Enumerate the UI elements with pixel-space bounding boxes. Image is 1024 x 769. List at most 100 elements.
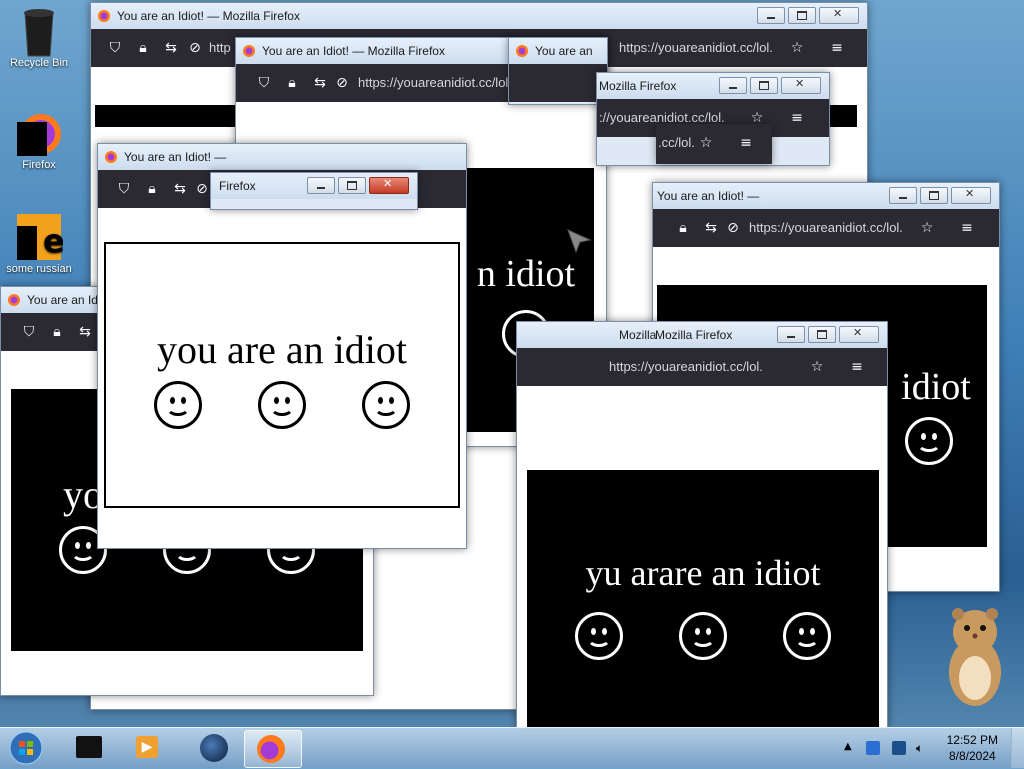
taskbar-app-globe[interactable] — [186, 730, 242, 766]
title-bar[interactable]: You are an Idiot! — Mozilla Firefox — [91, 3, 867, 29]
firefox-window[interactable]: You are an — [508, 37, 608, 105]
url-bar[interactable]: http — [209, 40, 231, 55]
desktop-icon-label: Firefox — [22, 159, 56, 171]
url-bar[interactable]: ://youareanidiot.cc/lol. — [599, 110, 725, 125]
window-title: Mozilla — [619, 328, 657, 342]
message-text: you are an idiot — [157, 327, 407, 372]
firefox-icon — [242, 44, 256, 58]
mouse-cursor — [566, 228, 592, 257]
shield-icon[interactable]: ⛉ — [107, 40, 123, 56]
url-bar[interactable]: https://youareanidiot.cc/lol. — [609, 359, 805, 374]
smiley-icon — [783, 612, 831, 660]
desktop-icon-firefox[interactable]: Firefox — [0, 108, 78, 171]
close-button[interactable] — [369, 177, 409, 194]
url-bar[interactable]: .cc/lol. — [658, 135, 695, 150]
window-title: You are an — [535, 44, 593, 58]
volume-icon[interactable]: 🔈︎ — [916, 741, 930, 755]
title-bar[interactable]: You are an Idiot! — — [653, 183, 999, 209]
firefox-icon — [15, 108, 63, 156]
lock-icon[interactable]: 🔒︎ — [135, 40, 151, 56]
bluetooth-icon[interactable] — [866, 741, 880, 755]
maximize-button[interactable] — [920, 187, 948, 204]
shield-icon[interactable]: ⛉ — [21, 324, 37, 340]
desktop-icon-recycle-bin[interactable]: Recycle Bin — [0, 6, 78, 69]
firefox-icon — [104, 150, 118, 164]
title-bar[interactable]: Mozilla Firefox — [597, 73, 829, 99]
permissions-icon[interactable]: ⇆ — [77, 324, 93, 340]
tracking-blocked-icon[interactable]: ⊘ — [334, 75, 350, 91]
url-bar[interactable]: https://youareanidiot.cc/lol. — [619, 40, 773, 55]
lock-icon[interactable]: 🔒︎ — [284, 75, 300, 91]
menu-icon[interactable]: ≡ — [849, 359, 865, 375]
title-bar[interactable]: Mozilla Mozilla Firefox — [517, 322, 887, 348]
maximize-button[interactable] — [338, 177, 366, 194]
firefox-window[interactable]: Firefox — [210, 172, 418, 210]
title-bar[interactable]: Firefox — [211, 173, 417, 199]
permissions-icon[interactable]: ⇆ — [163, 40, 179, 56]
firefox-window[interactable]: .cc/lol. ☆ ≡ — [656, 124, 772, 164]
window-title: Firefox — [219, 179, 256, 193]
media-player-icon: ▶ — [136, 736, 158, 758]
permissions-icon[interactable]: ⇆ — [172, 181, 188, 197]
show-desktop-button[interactable] — [1011, 728, 1024, 768]
title-bar[interactable]: You are an — [509, 38, 607, 64]
minimize-button[interactable] — [719, 77, 747, 94]
bookmark-star-icon[interactable]: ☆ — [919, 220, 935, 236]
firefox-icon — [97, 9, 111, 23]
minimize-button[interactable] — [757, 7, 785, 24]
message-text: idiot — [901, 366, 971, 408]
bookmark-star-icon[interactable]: ☆ — [698, 135, 714, 151]
smiley-icon — [154, 381, 202, 429]
shield-icon[interactable]: ⛉ — [116, 181, 132, 197]
message-panel: yu arare an idiot — [527, 470, 879, 728]
menu-icon[interactable]: ≡ — [789, 110, 805, 126]
menu-icon[interactable]: ≡ — [738, 135, 754, 151]
menu-icon[interactable]: ≡ — [829, 40, 845, 56]
minimize-button[interactable] — [777, 326, 805, 343]
desktop-icon-some-russian[interactable]: e some russian — [0, 212, 78, 275]
tracking-blocked-icon[interactable]: ⊘ — [725, 220, 741, 236]
maximize-button[interactable] — [788, 7, 816, 24]
permissions-icon[interactable]: ⇆ — [703, 220, 719, 236]
lock-icon[interactable]: 🔒︎ — [144, 181, 160, 197]
title-bar[interactable]: You are an Idiot! — — [98, 144, 466, 170]
maximize-button[interactable] — [750, 77, 778, 94]
window-title: Mozilla Firefox — [599, 79, 677, 93]
taskbar-app-firefox[interactable] — [244, 730, 302, 768]
close-button[interactable] — [819, 7, 859, 24]
lock-icon[interactable]: 🔒︎ — [675, 220, 691, 236]
clock-date: 8/8/2024 — [948, 749, 996, 763]
system-clock[interactable]: 12:52 PM 8/8/2024 — [947, 732, 998, 764]
tracking-blocked-icon[interactable]: ⊘ — [194, 181, 210, 197]
maximize-button[interactable] — [808, 326, 836, 343]
bookmark-star-icon[interactable]: ☆ — [789, 40, 805, 56]
taskbar-app-black[interactable] — [62, 730, 118, 766]
message-text: n idiot — [476, 253, 576, 295]
url-bar[interactable]: https://youareanidiot.cc/lol. — [358, 75, 518, 90]
firefox-icon — [257, 735, 285, 763]
minimize-button[interactable] — [889, 187, 917, 204]
lock-icon[interactable]: 🔒︎ — [49, 324, 65, 340]
bookmark-star-icon[interactable]: ☆ — [809, 359, 825, 375]
browser-toolbar: https://youareanidiot.cc/lol. ☆ ≡ — [517, 348, 887, 386]
tracking-blocked-icon[interactable]: ⊘ — [187, 40, 203, 56]
close-button[interactable] — [951, 187, 991, 204]
close-button[interactable] — [839, 326, 879, 343]
page-content: you are an idiot — [98, 208, 466, 548]
minimize-button[interactable] — [307, 177, 335, 194]
menu-icon[interactable]: ≡ — [959, 220, 975, 236]
close-button[interactable] — [781, 77, 821, 94]
url-bar[interactable]: https://youareanidiot.cc/lol. — [749, 220, 915, 235]
window-controls — [777, 326, 879, 343]
shield-icon[interactable]: ⛉ — [256, 75, 272, 91]
network-icon[interactable] — [892, 741, 906, 755]
taskbar-app-media[interactable]: ▶ — [120, 730, 176, 766]
window-controls — [719, 77, 821, 94]
show-hidden-icons-icon[interactable]: ▲ — [844, 741, 858, 755]
permissions-icon[interactable]: ⇆ — [312, 75, 328, 91]
firefox-window[interactable]: Mozilla Mozilla Firefox https://youarean… — [516, 321, 888, 729]
start-button[interactable] — [6, 730, 46, 766]
svg-text:e: e — [43, 222, 63, 260]
smiley-icon — [362, 381, 410, 429]
window-title: You are an Idiot! — — [124, 150, 227, 164]
